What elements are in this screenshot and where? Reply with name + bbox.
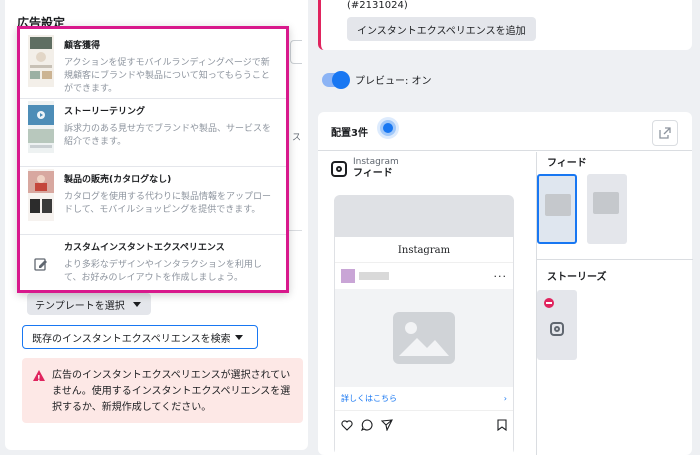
phone-mockup: Instagram ··· 詳しくはこちら › xyxy=(334,195,514,455)
image-placeholder xyxy=(335,289,513,387)
bookmark-icon[interactable] xyxy=(497,419,507,431)
option-title: 製品の販売(カタログなし) xyxy=(64,175,172,185)
caret-down-icon xyxy=(132,301,141,307)
placements-panel: 配置3件 Instagram フィード Instagram ··· 詳しくはこち… xyxy=(318,112,693,455)
option-title: ストーリーテリング xyxy=(64,107,146,117)
preview-toggle-row: プレビュー: オン xyxy=(322,70,432,89)
blurred-profile xyxy=(341,269,389,283)
instagram-wordmark: Instagram xyxy=(335,237,513,263)
pencil-icon xyxy=(28,237,54,291)
learn-more-text: 詳しくはこちら xyxy=(341,394,397,403)
experience-id: (#2131024) xyxy=(347,0,408,11)
template-option-sell-products[interactable]: 製品の販売(カタログなし) カタログを使用する代わりに製品情報をアップロードして… xyxy=(20,169,286,235)
background-input[interactable] xyxy=(290,40,302,64)
placements-title: 配置3件 xyxy=(331,128,368,139)
instant-experience-section: (#2131024) インスタントエクスペリエンスを追加 xyxy=(318,0,692,50)
stories-label: ストーリーズ xyxy=(547,272,607,283)
divider xyxy=(537,259,693,260)
error-message: 広告のインスタントエクスペリエンスが選択されていません。使用するインスタントエク… xyxy=(22,358,303,423)
comment-icon[interactable] xyxy=(361,419,373,431)
option-description: カタログを使用する代わりに製品情報をアップロードして、モバイルショッピングを提供… xyxy=(64,192,272,215)
background-text: ス xyxy=(292,133,302,143)
search-existing-label: 既存のインスタントエクスペリエンスを検索 xyxy=(32,333,231,345)
instagram-placement: フィード xyxy=(353,168,393,179)
no-entry-icon xyxy=(544,298,554,308)
sell-products-thumbnail xyxy=(28,169,54,221)
storytelling-thumbnail xyxy=(28,101,54,153)
instagram-icon xyxy=(331,160,347,177)
caret-down-icon xyxy=(235,334,243,340)
template-option-storytelling[interactable]: ストーリーテリング 訴求力のある見せ方でブランドや製品、サービスを紹介できます。 xyxy=(20,101,286,167)
stories-placement-thumbnail[interactable] xyxy=(537,290,577,360)
chevron-right-icon: › xyxy=(503,394,507,403)
search-existing-experience-button[interactable]: 既存のインスタントエクスペリエンスを検索 xyxy=(22,325,258,349)
preview-toggle[interactable] xyxy=(322,70,350,89)
error-text: 広告のインスタントエクスペリエンスが選択されていません。使用するインスタントエク… xyxy=(52,370,291,413)
customer-acquisition-thumbnail xyxy=(28,35,54,87)
divider xyxy=(318,150,692,151)
external-link-button[interactable] xyxy=(652,120,678,146)
preview-label: プレビュー: オン xyxy=(355,76,432,87)
more-options-icon[interactable]: ··· xyxy=(494,270,508,283)
select-template-button[interactable]: テンプレートを選択 xyxy=(27,293,151,315)
warning-icon xyxy=(33,370,45,387)
heart-icon[interactable] xyxy=(341,419,353,431)
feed-label: フィード xyxy=(547,158,587,169)
template-dropdown: 顧客獲得 アクションを促すモバイルランディングページで新規顧客にブランドや製品に… xyxy=(17,26,289,293)
learn-more-link[interactable]: 詳しくはこちら › xyxy=(335,387,513,411)
instagram-icon xyxy=(550,322,564,336)
option-title: カスタムインスタントエクスペリエンス xyxy=(64,243,225,253)
image-icon xyxy=(393,312,455,364)
external-link-icon xyxy=(659,127,671,139)
instagram-feed-preview: Instagram フィード Instagram ··· 詳しくはこちら › xyxy=(331,157,526,455)
feed-placement-thumbnail[interactable] xyxy=(587,174,627,244)
select-template-label: テンプレートを選択 xyxy=(35,300,125,312)
option-description: より多彩なデザインやインタラクションを利用して、お好みのレイアウトを作成しましょ… xyxy=(64,260,262,283)
option-description: アクションを促すモバイルランディングページで新規顧客にブランドや製品について知っ… xyxy=(64,58,270,94)
share-icon[interactable] xyxy=(381,419,393,431)
instagram-name: Instagram xyxy=(353,157,399,167)
template-option-customer-acquisition[interactable]: 顧客獲得 アクションを促すモバイルランディングページで新規顧客にブランドや製品に… xyxy=(20,35,286,99)
placement-selector: フィード ストーリーズ xyxy=(536,152,693,455)
option-description: 訴求力のある見せ方でブランドや製品、サービスを紹介できます。 xyxy=(64,124,272,147)
option-title: 顧客獲得 xyxy=(64,41,101,51)
highlight-pulse-icon xyxy=(377,117,399,139)
feed-placement-thumbnail-selected[interactable] xyxy=(537,174,577,244)
template-option-custom[interactable]: カスタムインスタントエクスペリエンス より多彩なデザインやインタラクションを利用… xyxy=(20,237,286,291)
add-instant-experience-button[interactable]: インスタントエクスペリエンスを追加 xyxy=(347,17,536,41)
